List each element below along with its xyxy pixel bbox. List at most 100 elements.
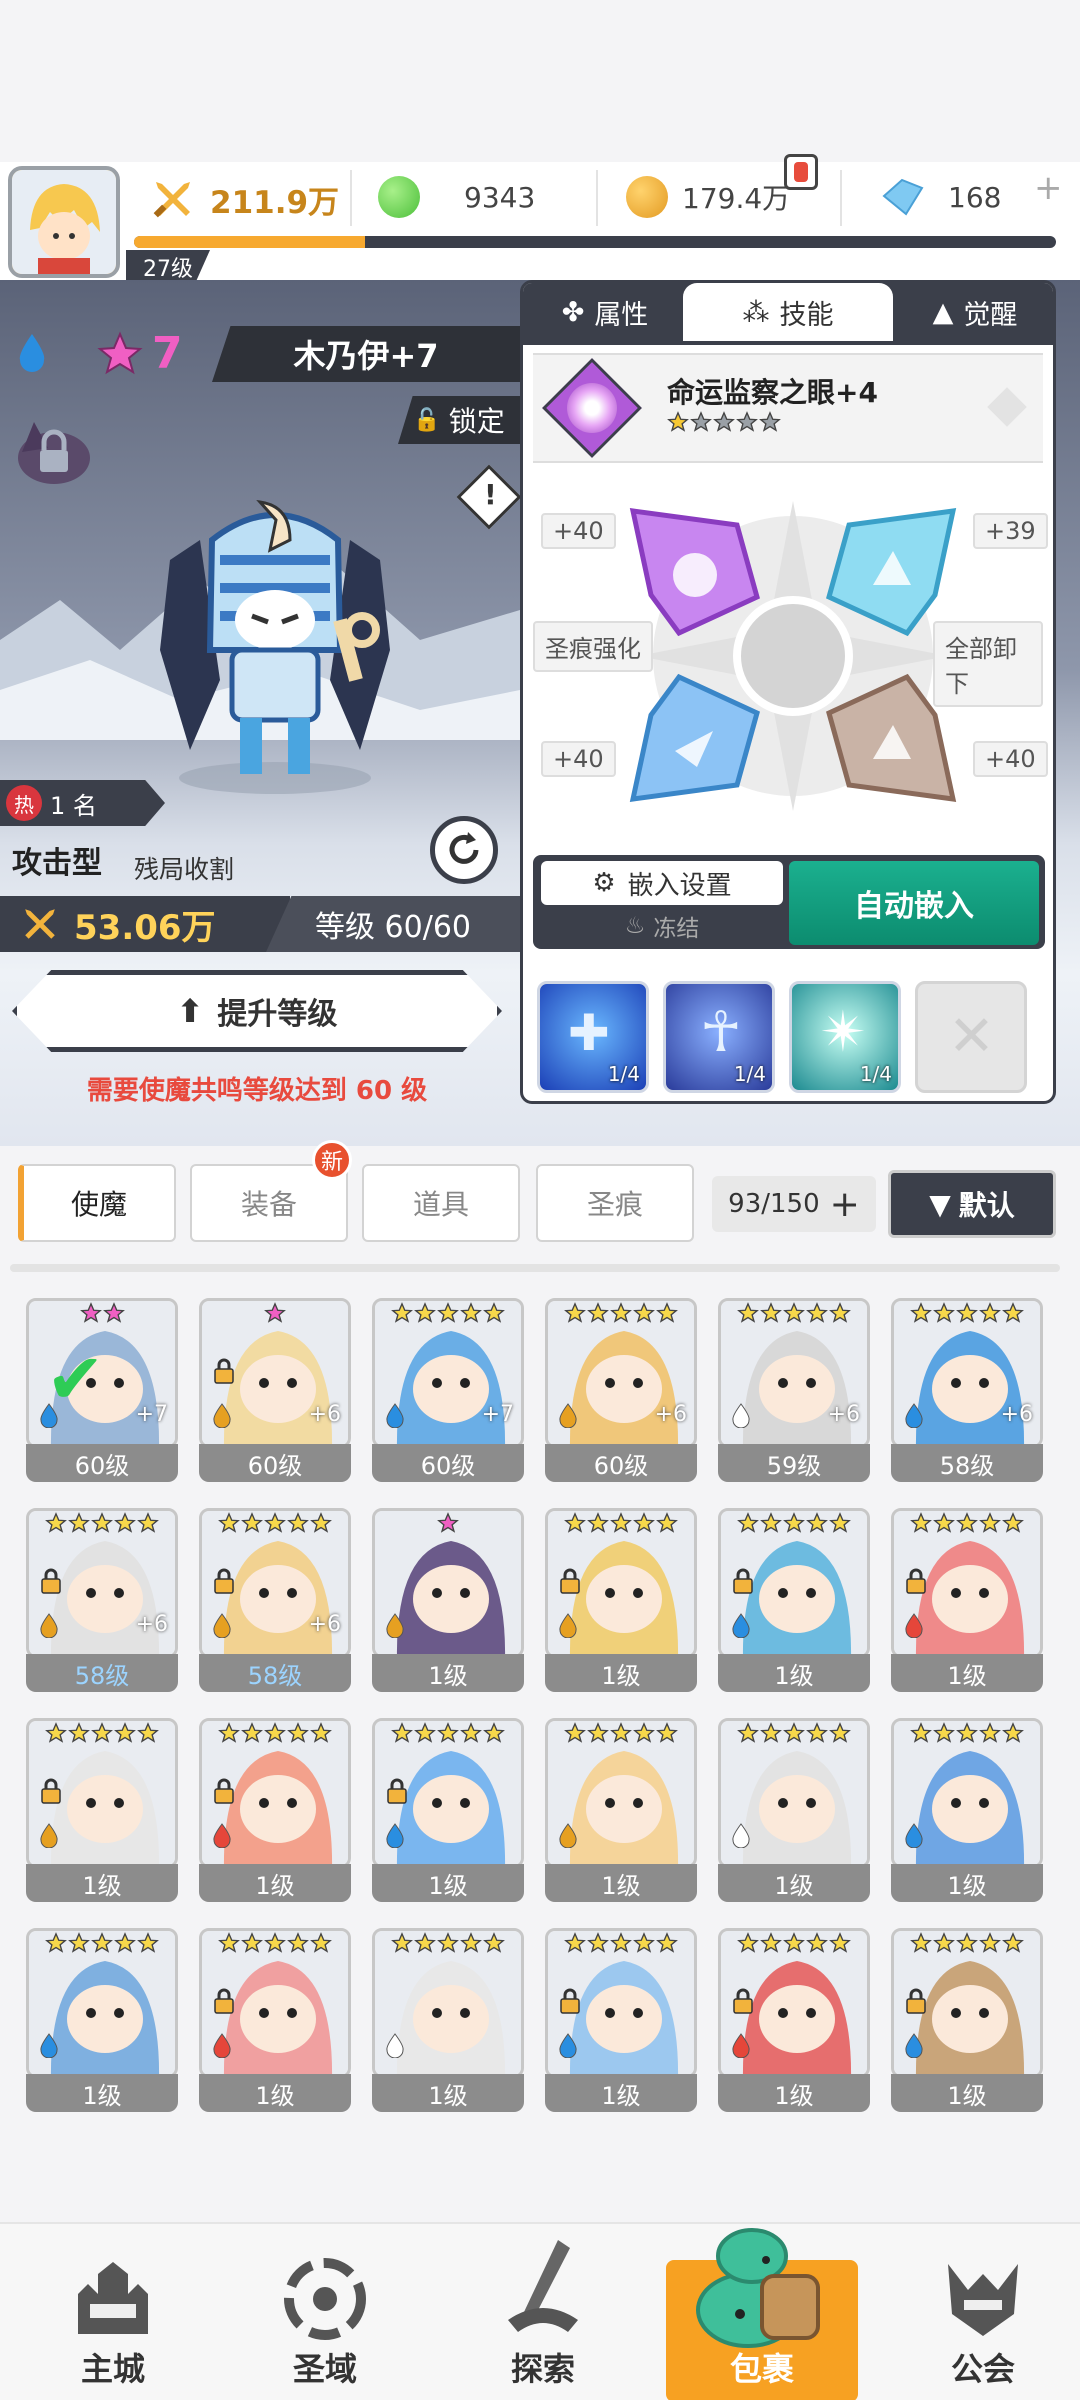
star-icon: [287, 1722, 309, 1743]
familiar-card[interactable]: ✔ +7 60级: [26, 1298, 178, 1484]
familiar-card[interactable]: 1级: [718, 1508, 870, 1694]
star-icon: [829, 1512, 851, 1533]
familiar-card[interactable]: 1级: [891, 1508, 1043, 1694]
tab-items[interactable]: 道具: [362, 1164, 520, 1242]
familiar-card[interactable]: 1级: [718, 1928, 870, 2114]
cross-skill-icon: ✚: [568, 1004, 610, 1062]
card-stars: [372, 1302, 524, 1324]
familiar-card[interactable]: 1级: [199, 1718, 351, 1904]
familiar-card[interactable]: 1级: [891, 1928, 1043, 2114]
familiar-card[interactable]: 1级: [372, 1928, 524, 2114]
auto-embed-button[interactable]: 自动嵌入: [789, 861, 1039, 945]
tab-familiars[interactable]: 使魔: [18, 1164, 176, 1242]
familiar-card[interactable]: +6 59级: [718, 1298, 870, 1484]
freeze-indicator[interactable]: ♨ 冻结: [541, 907, 783, 945]
familiar-card[interactable]: 1级: [372, 1508, 524, 1694]
stigmata-enhance-button[interactable]: 圣痕强化: [533, 621, 653, 672]
star-icon: [610, 1722, 632, 1743]
star-icon: [91, 1722, 113, 1743]
socket-top-left[interactable]: [625, 501, 763, 639]
star-icon: [979, 1932, 1001, 1953]
familiar-card[interactable]: 1级: [26, 1928, 178, 2114]
familiar-card[interactable]: +6 58级: [891, 1298, 1043, 1484]
star-icon: [241, 1722, 263, 1743]
card-level: 1级: [718, 1654, 870, 1692]
star-icon: [483, 1302, 505, 1323]
socket-bottom-left[interactable]: [625, 671, 763, 809]
rotate-icon: [449, 832, 479, 864]
level-requirement: 需要使魔共鸣等级达到 60 级: [86, 1076, 428, 1106]
tab-stigmata[interactable]: 圣痕: [536, 1164, 694, 1242]
locked-skill-icon[interactable]: [14, 418, 100, 488]
nav-label: 主城: [80, 2350, 145, 2388]
player-avatar[interactable]: [8, 166, 120, 278]
lock-icon: [732, 1988, 754, 2014]
water-element-icon: [36, 2032, 62, 2059]
divider: [596, 170, 598, 226]
star-icon: [783, 1932, 805, 1953]
hero-subtype: 残局收割: [134, 855, 235, 884]
tab-attributes[interactable]: ✤ 属性: [523, 283, 687, 341]
hero-type: 攻击型: [12, 846, 102, 881]
lock-button[interactable]: 🔓 锁定: [398, 396, 520, 444]
familiar-card[interactable]: 1级: [545, 1718, 697, 1904]
divider: [350, 170, 352, 226]
add-crystal-button[interactable]: +: [1034, 168, 1063, 208]
star-icon: [806, 1722, 828, 1743]
star-icon: [633, 1932, 655, 1953]
sort-button[interactable]: ▼ 默认: [888, 1170, 1056, 1238]
lock-icon: [732, 1568, 754, 1594]
lock-icon: [386, 1778, 408, 1804]
tab-skills[interactable]: ⁂ 技能: [683, 283, 893, 341]
familiar-card[interactable]: +6 58级: [26, 1508, 178, 1694]
castle-icon: [78, 2262, 148, 2334]
familiar-card[interactable]: 1级: [199, 1928, 351, 2114]
fire-element-icon: [209, 2032, 235, 2059]
capacity-display[interactable]: 93/150 +: [712, 1176, 876, 1232]
familiar-card[interactable]: 1级: [891, 1718, 1043, 1904]
star-icon: [391, 1932, 413, 1953]
socket-top-right[interactable]: [823, 501, 961, 639]
star-icon: [564, 1722, 586, 1743]
familiar-card[interactable]: +6 58级: [199, 1508, 351, 1694]
mummy-hero-icon[interactable]: [140, 500, 410, 800]
skill-slot-2[interactable]: ☥ 1/4: [663, 981, 775, 1093]
green-gem-icon: [378, 176, 420, 218]
rotate-view-button[interactable]: [430, 816, 498, 884]
star-icon: [414, 1932, 436, 1953]
tab-label: 技能: [779, 299, 834, 331]
star-icon: [287, 1932, 309, 1953]
familiar-card[interactable]: 1级: [372, 1718, 524, 1904]
star-icon: [737, 1302, 759, 1323]
familiar-card[interactable]: +6 60级: [545, 1298, 697, 1484]
nav-main-city[interactable]: 主城: [28, 2224, 198, 2400]
socket-bonus: +40: [541, 513, 616, 549]
hero-name: 木乃伊+7: [212, 326, 520, 382]
familiar-card[interactable]: 1级: [26, 1718, 178, 1904]
nav-sanctuary[interactable]: 圣域: [240, 2224, 410, 2400]
tab-awaken[interactable]: ▲ 觉醒: [891, 283, 1053, 341]
familiar-card[interactable]: 1级: [545, 1928, 697, 2114]
upgrade-level-button[interactable]: ⬆ 提升等级: [12, 970, 502, 1052]
familiar-card[interactable]: 1级: [545, 1508, 697, 1694]
skill-slot-1[interactable]: ✚ 1/4: [537, 981, 649, 1093]
equipment-panel: ✤ 属性 ⁂ 技能 ▲ 觉醒 命运监察之眼+4 +40 +39 +40 +40 圣痕强…: [520, 280, 1056, 1104]
unequip-all-button[interactable]: 全部卸下: [933, 621, 1043, 707]
skill-slot-3[interactable]: ✴ 1/4: [789, 981, 901, 1093]
nav-explore[interactable]: 探索: [458, 2224, 628, 2400]
embed-settings-button[interactable]: ⚙ 嵌入设置: [541, 861, 783, 905]
familiar-card[interactable]: 1级: [718, 1718, 870, 1904]
eye-skill-icon: [567, 383, 617, 433]
nav-guild[interactable]: 公会: [898, 2224, 1068, 2400]
star-icon: [760, 1512, 782, 1533]
familiar-card[interactable]: +7 60级: [372, 1298, 524, 1484]
star-icon: [737, 1512, 759, 1533]
empty-slot-icon: ✕: [948, 1004, 995, 1069]
card-stars: [26, 1512, 178, 1534]
familiar-card[interactable]: +6 60级: [199, 1298, 351, 1484]
card-level: 59级: [718, 1444, 870, 1482]
power-value: 211.9万: [210, 184, 340, 221]
alert-badge[interactable]: [784, 154, 818, 190]
star-icon: [910, 1302, 932, 1323]
card-stars: [545, 1302, 697, 1324]
